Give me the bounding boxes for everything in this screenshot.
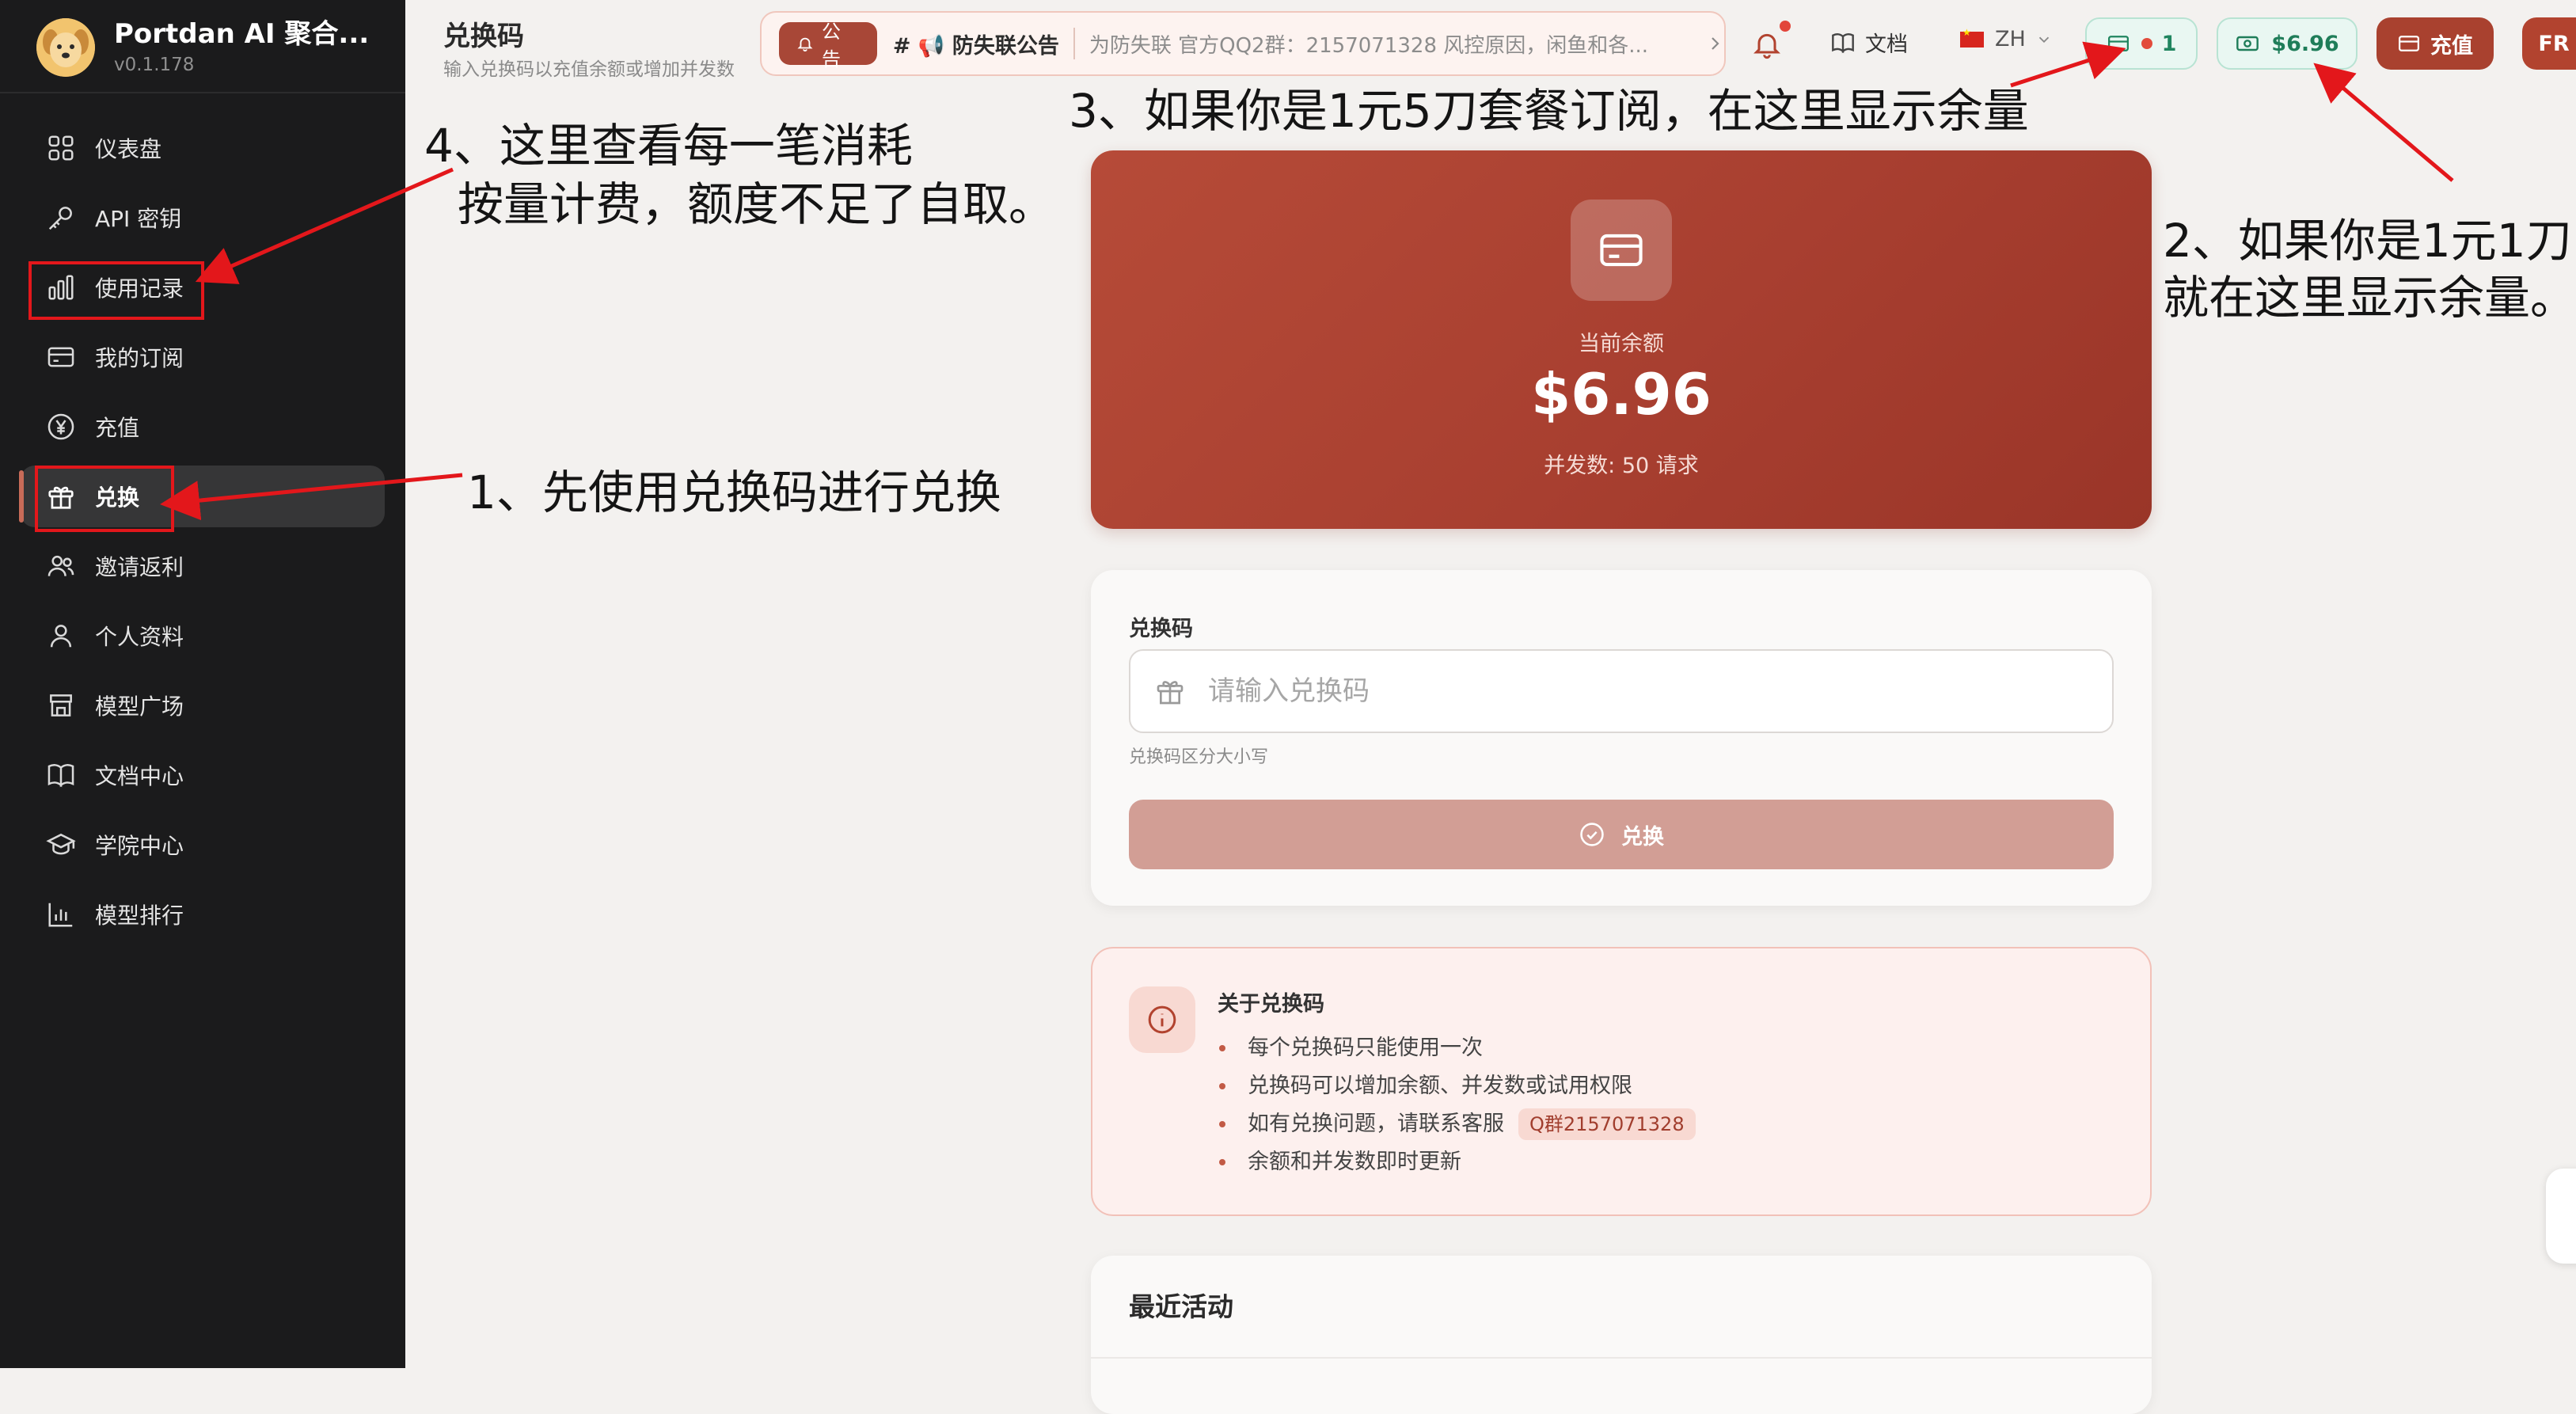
- annotation-step-3: 3、如果你是1元5刀套餐订阅，在这里显示余量: [1069, 84, 2029, 138]
- annotation-step-4-line1: 4、这里查看每一笔消耗: [424, 119, 913, 173]
- annotation-step-1: 1、先使用兑换码进行兑换: [467, 466, 1001, 519]
- arrow-to-subscription: [2010, 41, 2126, 88]
- arrow-to-redeem: [160, 473, 463, 521]
- annotation-step-2-line1: 2、如果你是1元1刀: [2163, 214, 2572, 268]
- annotation-step-2-line2: 就在这里显示余量。: [2163, 271, 2576, 325]
- arrow-to-balance: [2313, 63, 2454, 182]
- annotation-arrows: [160, 41, 2454, 521]
- arrow-to-usage: [195, 167, 454, 284]
- annotation-step-4-line2: 按量计费，额度不足了自取。: [458, 177, 1055, 231]
